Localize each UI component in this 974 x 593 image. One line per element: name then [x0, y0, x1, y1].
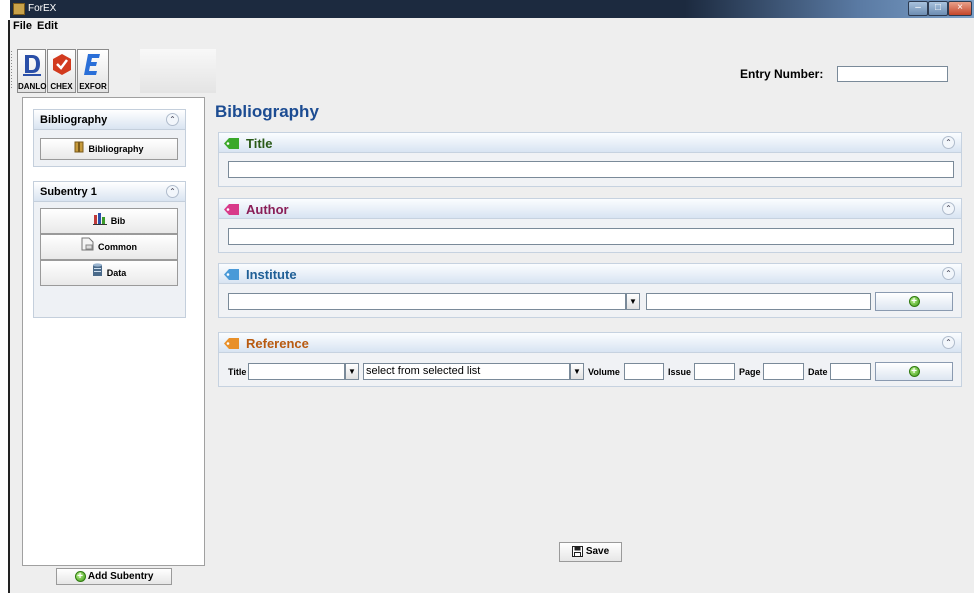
- toolbar-grip-handle[interactable]: [10, 50, 14, 90]
- chevron-down-icon[interactable]: ▼: [570, 363, 584, 380]
- danlo-icon: [23, 55, 41, 76]
- chevron-down-icon[interactable]: ▼: [626, 293, 640, 310]
- screen: ForEX – □ × File Edit DANLO CHEX EXFOR E…: [0, 0, 974, 593]
- database-icon: [92, 262, 103, 286]
- entry-number-input[interactable]: [837, 66, 948, 82]
- add-icon: +: [908, 295, 920, 307]
- reference-section-header[interactable]: Reference ⌃: [219, 333, 961, 353]
- institute-combo[interactable]: [228, 293, 626, 310]
- issue-input[interactable]: [694, 363, 735, 380]
- bibliography-pane-title: Bibliography: [40, 114, 108, 126]
- title-section-header[interactable]: Title ⌃: [219, 133, 961, 153]
- chevron-down-icon[interactable]: ▼: [345, 363, 359, 380]
- menu-bar: File Edit: [10, 18, 974, 35]
- data-button-label: Data: [106, 268, 127, 278]
- collapse-chevron-icon[interactable]: ⌃: [166, 185, 179, 198]
- institute-section: Institute ⌃ ▼ +: [218, 263, 962, 318]
- exfor-button[interactable]: EXFOR: [77, 49, 109, 93]
- document-icon: [81, 236, 94, 260]
- floppy-disk-icon: [571, 545, 583, 557]
- author-section-header[interactable]: Author ⌃: [219, 199, 961, 219]
- app-window: ForEX – □ × File Edit DANLO CHEX EXFOR E…: [10, 0, 974, 593]
- bib-button[interactable]: Bib: [40, 208, 178, 234]
- add-subentry-button[interactable]: + Add Subentry: [56, 568, 172, 585]
- tag-icon: [224, 269, 239, 280]
- minimize-button[interactable]: –: [908, 1, 928, 16]
- bibliography-pane: Bibliography ⌃ Bibliography: [33, 109, 186, 167]
- navigation-panel: Bibliography ⌃ Bibliography Subentry 1 ⌃: [22, 97, 205, 566]
- add-subentry-label: Add Subentry: [87, 571, 154, 582]
- toolbar: DANLO CHEX EXFOR: [10, 35, 974, 96]
- collapse-chevron-icon[interactable]: ⌃: [942, 267, 955, 280]
- tag-icon: [224, 338, 239, 349]
- collapse-chevron-icon[interactable]: ⌃: [942, 136, 955, 149]
- window-title: ForEX: [28, 3, 57, 14]
- title-bar[interactable]: ForEX – □ ×: [10, 0, 974, 18]
- subentry-pane-header[interactable]: Subentry 1 ⌃: [34, 182, 185, 202]
- maximize-button[interactable]: □: [928, 1, 948, 16]
- title-section-label: Title: [246, 136, 273, 151]
- collapse-chevron-icon[interactable]: ⌃: [166, 113, 179, 126]
- volume-label: Volume: [588, 367, 620, 377]
- reference-title-label: Title: [228, 367, 247, 377]
- add-institute-button[interactable]: +: [875, 292, 953, 311]
- issue-label: Issue: [668, 367, 692, 377]
- reference-section-label: Reference: [246, 336, 309, 351]
- reference-section: Reference ⌃ Title ▼ select from selected…: [218, 332, 962, 387]
- chex-icon: [53, 54, 71, 75]
- bibliography-pane-header[interactable]: Bibliography ⌃: [34, 110, 185, 130]
- date-label: Date: [808, 367, 828, 377]
- reference-title-combo[interactable]: [248, 363, 345, 380]
- danlo-label: DANLO: [18, 82, 47, 91]
- page-title: Bibliography: [215, 102, 319, 121]
- reference-list-combo[interactable]: select from selected list: [363, 363, 570, 380]
- bar-chart-icon: [92, 210, 107, 234]
- author-input[interactable]: [228, 228, 954, 245]
- institute-text-input[interactable]: [646, 293, 871, 310]
- entry-number-label: Entry Number:: [740, 67, 824, 81]
- title-section: Title ⌃: [218, 132, 962, 187]
- bib-button-label: Bib: [110, 216, 126, 226]
- book-icon: [74, 140, 84, 160]
- danlo-button[interactable]: DANLO: [17, 49, 46, 93]
- desktop-edge: [0, 0, 11, 593]
- page-label: Page: [739, 367, 761, 377]
- collapse-chevron-icon[interactable]: ⌃: [942, 336, 955, 349]
- title-input[interactable]: [228, 161, 954, 178]
- save-button-label: Save: [585, 546, 610, 557]
- exfor-label: EXFOR: [79, 82, 107, 91]
- tag-icon: [224, 204, 239, 215]
- chex-button[interactable]: CHEX: [47, 49, 76, 93]
- author-section: Author ⌃: [218, 198, 962, 253]
- institute-section-label: Institute: [246, 267, 297, 282]
- chex-label: CHEX: [50, 82, 73, 91]
- tag-icon: [224, 138, 239, 149]
- data-button[interactable]: Data: [40, 260, 178, 286]
- collapse-chevron-icon[interactable]: ⌃: [942, 202, 955, 215]
- save-button[interactable]: Save: [559, 542, 622, 562]
- toolbar-spacer: [140, 49, 216, 93]
- bibliography-button[interactable]: Bibliography: [40, 138, 178, 160]
- add-icon: +: [908, 365, 920, 377]
- close-button[interactable]: ×: [948, 1, 972, 16]
- common-button[interactable]: Common: [40, 234, 178, 260]
- institute-section-header[interactable]: Institute ⌃: [219, 264, 961, 284]
- volume-input[interactable]: [624, 363, 664, 380]
- page-input[interactable]: [763, 363, 804, 380]
- add-icon: +: [74, 570, 86, 582]
- menu-edit[interactable]: Edit: [37, 20, 58, 32]
- bibliography-button-label: Bibliography: [88, 144, 144, 154]
- common-button-label: Common: [98, 242, 137, 252]
- add-reference-button[interactable]: +: [875, 362, 953, 381]
- author-section-label: Author: [246, 202, 289, 217]
- app-icon: [13, 3, 25, 15]
- menu-file[interactable]: File: [13, 20, 32, 32]
- exfor-icon: [84, 54, 100, 75]
- subentry-pane-title: Subentry 1: [40, 186, 97, 198]
- date-input[interactable]: [830, 363, 871, 380]
- subentry-pane: Subentry 1 ⌃ Bib Common Data: [33, 181, 186, 318]
